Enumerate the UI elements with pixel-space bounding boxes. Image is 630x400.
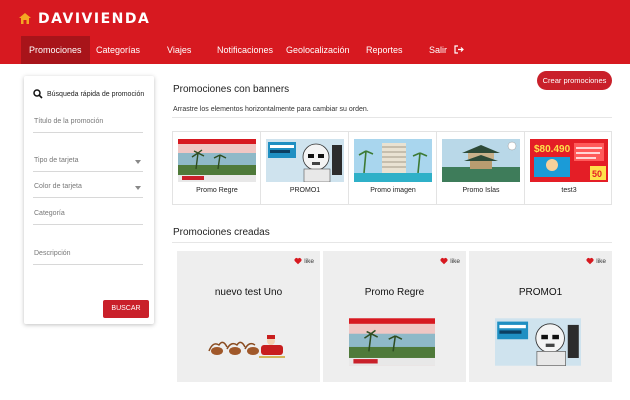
- field-label: Descripción: [34, 250, 71, 257]
- sale-ad-image: $80.490 50: [530, 139, 608, 182]
- main-nav: Promociones Categorías Viajes Notificaci…: [0, 36, 630, 64]
- search-icon: [33, 89, 43, 99]
- heart-icon: [586, 258, 594, 265]
- search-title: Búsqueda rápida de promoción: [47, 90, 145, 98]
- banner-label: Promo imagen: [370, 187, 416, 194]
- banner-card[interactable]: $80.490 50 test3: [525, 132, 613, 204]
- nav-item-salir[interactable]: Salir: [421, 36, 472, 64]
- promo-card[interactable]: like PROMO1: [469, 251, 612, 382]
- nav-item-notificaciones[interactable]: Notificaciones: [209, 36, 281, 64]
- field-label: Título de la promoción: [34, 118, 104, 125]
- nav-label: Geolocalización: [286, 45, 350, 55]
- divider: [172, 242, 612, 243]
- card-color-select[interactable]: Color de tarjeta: [33, 180, 143, 198]
- heart-icon: [294, 258, 302, 265]
- description-input[interactable]: Descripción: [33, 247, 143, 265]
- banner-label: Promo Regre: [196, 187, 238, 194]
- logout-icon: [453, 45, 464, 54]
- pagoda-image: [442, 139, 520, 182]
- brand-name: DAVIVIENDA: [38, 11, 151, 27]
- beach-resort-image: [349, 318, 435, 366]
- promo-price: $80.490: [534, 144, 571, 155]
- category-input[interactable]: Categoría: [33, 207, 143, 225]
- promo-title: nuevo test Uno: [214, 287, 283, 298]
- top-bar: DAVIVIENDA: [0, 0, 630, 36]
- field-label: Categoría: [34, 210, 65, 217]
- divider: [172, 117, 612, 118]
- nav-item-reportes[interactable]: Reportes: [358, 36, 411, 64]
- banner-label: Promo Islas: [462, 187, 500, 194]
- banner-carousel: Promo Regre PROMO1 Promo imagen Promo Is…: [172, 131, 612, 205]
- banner-card[interactable]: Promo Regre: [173, 132, 261, 204]
- house-logo-icon: [19, 13, 31, 24]
- beach-resort-image: [178, 139, 256, 182]
- created-section-title: Promociones creadas: [173, 227, 270, 238]
- stormtrooper-image: [495, 318, 581, 366]
- like-label: like: [596, 257, 606, 265]
- nav-label: Viajes: [167, 45, 192, 55]
- banner-card[interactable]: Promo imagen: [349, 132, 437, 204]
- nav-item-promociones[interactable]: Promociones: [21, 36, 90, 64]
- banner-card[interactable]: PROMO1: [261, 132, 349, 204]
- promo-title: PROMO1: [518, 287, 563, 298]
- chevron-down-icon: [135, 186, 141, 190]
- field-label: Color de tarjeta: [34, 183, 82, 190]
- discount-badge: 50: [592, 169, 602, 179]
- hotel-pool-image: [354, 139, 432, 182]
- nav-label: Promociones: [29, 45, 82, 55]
- brand-logo[interactable]: DAVIVIENDA: [18, 10, 150, 28]
- reorder-hint: Arrastre los elementos horizontalmente p…: [173, 106, 369, 113]
- promo-card[interactable]: like Promo Regre: [323, 251, 466, 382]
- like-button[interactable]: like: [294, 257, 314, 265]
- stormtrooper-image: [266, 139, 344, 182]
- like-button[interactable]: like: [440, 257, 460, 265]
- search-header: Búsqueda rápida de promoción: [33, 89, 144, 99]
- like-label: like: [450, 257, 460, 265]
- banners-section-title: Promociones con banners: [173, 84, 290, 95]
- nav-item-viajes[interactable]: Viajes: [159, 36, 199, 64]
- nav-item-geolocalizacion[interactable]: Geolocalización: [278, 36, 358, 64]
- nav-label: Notificaciones: [217, 45, 274, 55]
- search-panel: Búsqueda rápida de promoción Título de l…: [24, 76, 154, 324]
- nav-label: Salir: [429, 45, 448, 55]
- banner-label: PROMO1: [289, 187, 321, 194]
- promo-title: Promo Regre: [364, 287, 425, 298]
- nav-item-categorias[interactable]: Categorías: [88, 36, 148, 64]
- chevron-down-icon: [135, 160, 141, 164]
- promo-card[interactable]: like nuevo test Uno: [177, 251, 320, 382]
- card-type-select[interactable]: Tipo de tarjeta: [33, 154, 143, 172]
- like-label: like: [304, 257, 314, 265]
- nav-label: Reportes: [366, 45, 403, 55]
- banner-card[interactable]: Promo Islas: [437, 132, 525, 204]
- field-label: Tipo de tarjeta: [34, 157, 79, 164]
- search-button[interactable]: BUSCAR: [103, 300, 149, 318]
- nav-label: Categorías: [96, 45, 141, 55]
- title-input[interactable]: Título de la promoción: [33, 115, 143, 133]
- like-button[interactable]: like: [586, 257, 606, 265]
- heart-icon: [440, 258, 448, 265]
- create-promotion-button[interactable]: Crear promociones: [537, 71, 612, 90]
- santa-sleigh-image: [208, 335, 285, 358]
- banner-label: test3: [561, 187, 577, 194]
